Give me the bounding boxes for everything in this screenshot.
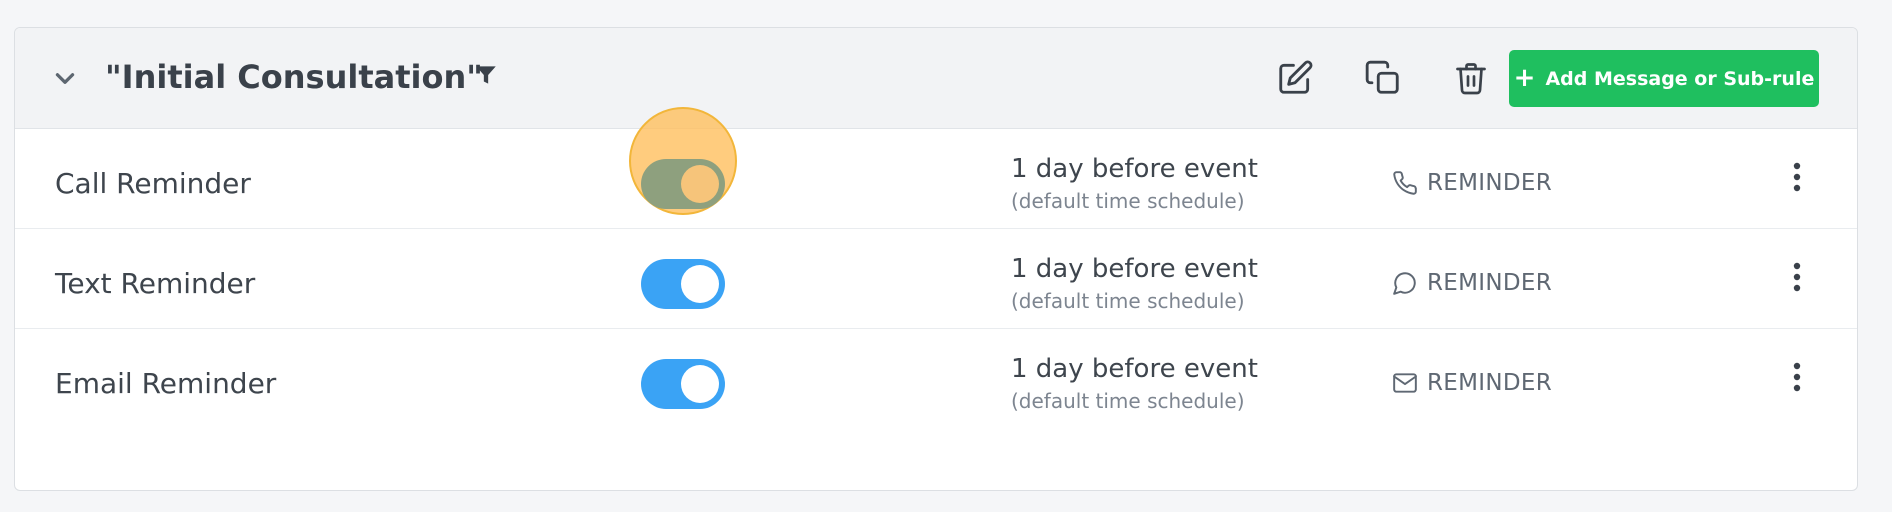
- phone-icon: [1391, 169, 1419, 197]
- rule-panel: "Initial Consultation" + Add Message or …: [14, 27, 1858, 491]
- schedule-text: 1 day before event: [1011, 354, 1258, 384]
- more-options-button[interactable]: [1775, 357, 1819, 401]
- rule-title: "Initial Consultation": [105, 58, 483, 96]
- channel: REMINDER: [1391, 169, 1552, 197]
- schedule-note: (default time schedule): [1011, 389, 1245, 413]
- toggle-knob: [681, 365, 719, 403]
- message-row: Text Reminder 1 day before event (defaul…: [15, 229, 1857, 329]
- enabled-toggle[interactable]: [641, 359, 725, 409]
- rule-header: "Initial Consultation" + Add Message or …: [15, 28, 1857, 129]
- kebab-icon: [1792, 262, 1802, 296]
- add-message-button[interactable]: + Add Message or Sub-rule: [1509, 50, 1819, 107]
- edit-icon: [1276, 59, 1314, 101]
- schedule: 1 day before event (default time schedul…: [1011, 253, 1258, 315]
- channel-label: REMINDER: [1427, 270, 1552, 296]
- filter-icon[interactable]: [473, 62, 499, 88]
- edit-button[interactable]: [1273, 58, 1317, 102]
- chat-bubble-icon: [1391, 269, 1419, 297]
- message-name: Call Reminder: [55, 167, 251, 200]
- channel-label: REMINDER: [1427, 170, 1552, 196]
- message-name: Text Reminder: [55, 267, 256, 300]
- schedule: 1 day before event (default time schedul…: [1011, 153, 1258, 215]
- kebab-icon: [1792, 362, 1802, 396]
- message-name: Email Reminder: [55, 367, 277, 400]
- toggle-knob: [681, 265, 719, 303]
- plus-icon: +: [1513, 62, 1536, 93]
- schedule-text: 1 day before event: [1011, 254, 1258, 284]
- kebab-icon: [1792, 162, 1802, 196]
- more-options-button[interactable]: [1775, 257, 1819, 301]
- schedule-note: (default time schedule): [1011, 189, 1245, 213]
- delete-button[interactable]: [1449, 58, 1493, 102]
- add-message-label: Add Message or Sub-rule: [1545, 67, 1815, 90]
- more-options-button[interactable]: [1775, 157, 1819, 201]
- schedule: 1 day before event (default time schedul…: [1011, 353, 1258, 415]
- schedule-note: (default time schedule): [1011, 289, 1245, 313]
- channel: REMINDER: [1391, 369, 1552, 397]
- copy-button[interactable]: [1361, 58, 1405, 102]
- enabled-toggle[interactable]: [629, 107, 737, 215]
- copy-icon: [1364, 59, 1402, 101]
- trash-icon: [1453, 60, 1489, 100]
- toggle-knob: [681, 165, 719, 203]
- schedule-text: 1 day before event: [1011, 154, 1258, 184]
- message-row: Email Reminder 1 day before event (defau…: [15, 329, 1857, 429]
- enabled-toggle[interactable]: [641, 259, 725, 309]
- chevron-down-icon[interactable]: [51, 64, 79, 92]
- channel-label: REMINDER: [1427, 370, 1552, 396]
- channel: REMINDER: [1391, 269, 1552, 297]
- message-row: Call Reminder 1 day before event (defaul…: [15, 107, 1857, 229]
- mail-icon: [1391, 369, 1419, 397]
